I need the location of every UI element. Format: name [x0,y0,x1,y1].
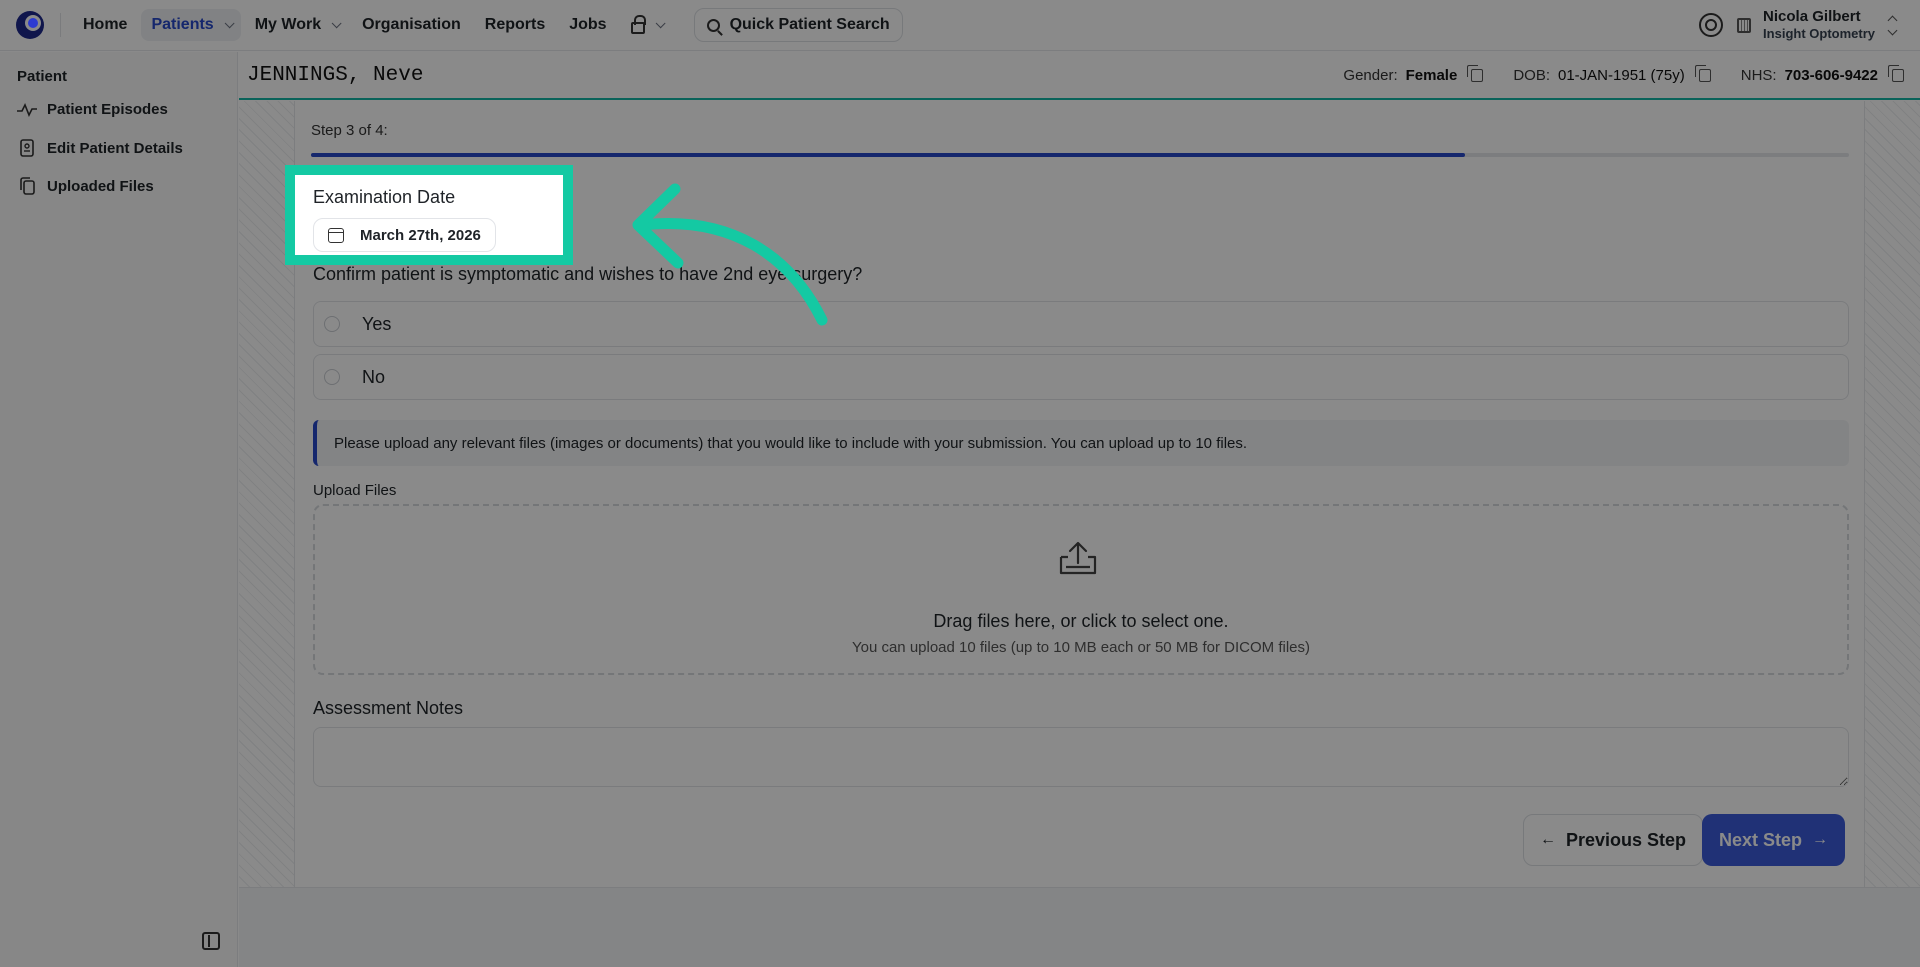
patient-banner: JENNINGS, Neve Gender: Female DOB: 01-JA… [239,52,1920,100]
sidebar-item-label: Patient Episodes [47,101,168,118]
nav-organisation[interactable]: Organisation [352,9,471,41]
radio-option-no[interactable]: No [313,354,1849,400]
previous-step-button[interactable]: ← Previous Step [1523,814,1704,866]
symptomatic-question: Confirm patient is symptomatic and wishe… [313,264,863,284]
search-icon [706,18,720,32]
radio-button[interactable] [324,369,340,385]
patient-name: JENNINGS, Neve [247,63,424,87]
copy-icon[interactable] [1694,64,1711,82]
organisation-building-icon [1737,17,1752,33]
upload-files-label: Upload Files [313,482,397,499]
patient-dob: DOB: 01-JAN-1951 (75y) [1513,64,1711,84]
nav-home-label: Home [83,16,128,33]
nav-my-work[interactable]: My Work [245,9,348,41]
nav-organisation-label: Organisation [362,16,461,33]
sidebar-item-patient-episodes[interactable]: Patient Episodes [17,101,168,118]
sidebar-collapse-icon[interactable] [202,932,220,950]
chevron-down-icon [655,17,666,28]
help-lifebuoy-icon[interactable] [1699,13,1724,37]
app-logo-icon[interactable] [16,11,44,39]
user-menu[interactable]: Nicola Gilbert Insight Optometry [1763,8,1875,42]
radio-button[interactable] [324,316,340,332]
id-badge-icon [17,139,37,157]
nav-divider [60,13,61,37]
hatched-margin-right [1864,101,1920,887]
radio-option-label: Yes [362,313,392,334]
nhs-value: 703-606-9422 [1784,66,1878,84]
calendar-icon [328,227,344,243]
sidebar-item-edit-patient-details[interactable]: Edit Patient Details [17,139,183,157]
sidebar-heading: Patient [17,68,68,85]
highlighted-examination-date-value: March 27th, 2026 [360,226,481,244]
assessment-notes-input[interactable] [313,727,1849,787]
copy-icon[interactable] [1888,64,1904,82]
upload-icon [1059,541,1097,575]
search-label: Quick Patient Search [729,16,890,33]
chevron-down-icon [224,17,235,28]
dob-label: DOB: [1513,66,1550,84]
next-step-label: Next Step [1719,829,1803,850]
arrow-left-icon: ← [1540,831,1556,848]
nav-jobs[interactable]: Jobs [559,9,616,41]
step-label: Step 3 of 4: [311,122,388,139]
nav-reports[interactable]: Reports [475,9,555,41]
dob-value: 01-JAN-1951 (75y) [1558,66,1685,84]
file-dropzone[interactable]: Drag files here, or click to select one.… [313,504,1849,675]
sidebar-item-label: Edit Patient Details [47,139,183,157]
chevron-updown-icon[interactable] [1887,15,1898,35]
nav-lock-menu[interactable] [621,9,672,41]
patient-meta: Gender: Female DOB: 01-JAN-1951 (75y) NH… [1343,64,1920,84]
quick-patient-search-button[interactable]: Quick Patient Search [693,8,903,42]
nhs-label: NHS: [1740,66,1777,84]
user-name: Nicola Gilbert [1763,8,1861,26]
nav-home[interactable]: Home [73,9,137,41]
nav-jobs-label: Jobs [569,16,607,33]
highlighted-examination-date-label: Examination Date [313,187,456,207]
nav-patients[interactable]: Patients [141,9,241,41]
patient-nhs: NHS: 703-606-9422 [1740,64,1904,84]
pulse-icon [17,102,37,117]
sidebar-item-uploaded-files[interactable]: Uploaded Files [17,177,154,195]
previous-step-label: Previous Step [1566,829,1687,850]
gender-label: Gender: [1343,66,1398,84]
files-icon [17,177,37,195]
patient-gender: Gender: Female [1343,64,1484,84]
highlighted-examination-date-picker[interactable]: March 27th, 2026 [313,218,496,252]
radio-option-yes[interactable]: Yes [313,301,1849,347]
lock-icon [630,15,646,34]
nav-my-work-label: My Work [254,16,322,33]
chevron-down-icon [331,17,342,28]
dropzone-main-text: Drag files here, or click to select one. [933,611,1229,631]
dropzone-sub-text: You can upload 10 files (up to 10 MB eac… [851,639,1310,656]
gender-value: Female [1405,66,1458,84]
upload-info-notice: Please upload any relevant files (images… [313,420,1849,466]
next-step-button[interactable]: Next Step → [1702,814,1846,866]
nav-right: Nicola Gilbert Insight Optometry [1699,8,1920,42]
copy-icon[interactable] [1467,64,1484,82]
step-progress-fill [311,153,1465,157]
nav-patients-label: Patients [151,16,214,33]
user-organisation: Insight Optometry [1763,26,1875,42]
patient-sidebar: Patient Patient Episodes Edit Patient De… [0,52,238,967]
assessment-notes-label: Assessment Notes [313,698,464,718]
arrow-right-icon: → [1812,831,1829,848]
tutorial-highlight-box: Examination Date March 27th, 2026 [285,165,573,265]
top-nav: Home Patients My Work Organisation Repor… [0,0,1920,51]
step-progress-bar [311,153,1849,157]
nav-reports-label: Reports [484,16,546,33]
sidebar-item-label: Uploaded Files [47,177,154,195]
radio-option-label: No [362,366,386,387]
footer-area [239,887,1920,967]
